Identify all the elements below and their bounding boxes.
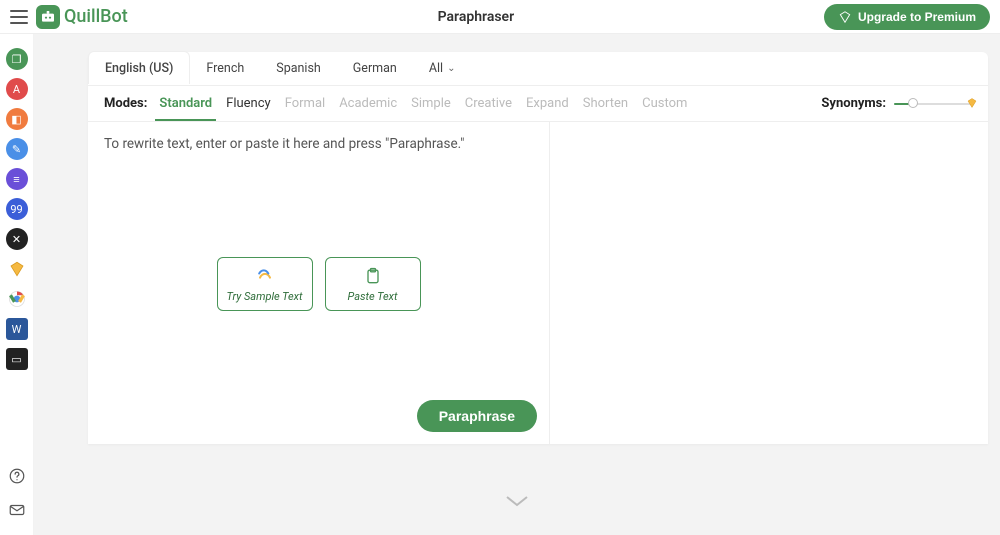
macos-icon[interactable]: ▭ — [6, 348, 28, 370]
chrome-icon[interactable] — [6, 288, 28, 310]
help-icon[interactable] — [8, 467, 26, 489]
mode-expand[interactable]: Expand — [526, 96, 569, 111]
tool-rail: ❐ A ◧ ✎ ≡ 99 ✕ W ▭ — [0, 34, 34, 535]
mode-creative[interactable]: Creative — [465, 96, 512, 111]
brand-logo[interactable]: QuillBot — [36, 5, 128, 29]
output-pane — [550, 122, 988, 444]
synonyms-label: Synonyms: — [821, 96, 886, 111]
try-sample-button[interactable]: Try Sample Text — [217, 257, 313, 311]
synonyms-control: Synonyms: — [821, 96, 972, 111]
mode-standard[interactable]: Standard — [159, 96, 212, 111]
paraphrase-button[interactable]: Paraphrase — [417, 400, 537, 432]
premium-icon[interactable] — [6, 258, 28, 280]
diamond-icon — [838, 10, 852, 24]
chevron-down-icon: ⌄ — [447, 63, 455, 74]
synonyms-slider[interactable] — [894, 101, 972, 107]
brand-name: QuillBot — [64, 6, 128, 27]
modes-row: Modes: Standard Fluency Formal Academic Simp… — [88, 86, 988, 122]
mode-shorten[interactable]: Shorten — [583, 96, 628, 111]
brand-mark-icon — [36, 5, 60, 29]
word-icon[interactable]: W — [6, 318, 28, 340]
expand-chevron[interactable] — [503, 493, 531, 513]
mode-custom[interactable]: Custom — [642, 96, 687, 111]
mode-fluency[interactable]: Fluency — [226, 96, 271, 111]
language-tabs: English (US)FrenchSpanishGermanAll⌄ — [88, 52, 988, 86]
summarizer-icon[interactable]: ≡ — [6, 168, 28, 190]
paste-text-button[interactable]: Paste Text — [325, 257, 421, 311]
lang-tab-spanish[interactable]: Spanish — [260, 52, 337, 85]
plagiarism-icon[interactable]: ◧ — [6, 108, 28, 130]
lang-tab-english-us-[interactable]: English (US) — [88, 51, 190, 84]
mode-academic[interactable]: Academic — [339, 96, 397, 111]
modes-label: Modes: — [104, 96, 147, 111]
wave-icon — [255, 266, 275, 286]
input-pane[interactable]: To rewrite text, enter or paste it here … — [88, 122, 550, 444]
lang-tab-german[interactable]: German — [337, 52, 413, 85]
upgrade-label: Upgrade to Premium — [858, 10, 976, 24]
upgrade-button[interactable]: Upgrade to Premium — [824, 4, 990, 30]
translator-icon[interactable]: ✕ — [6, 228, 28, 250]
grammar-icon[interactable]: A — [6, 78, 28, 100]
mode-formal[interactable]: Formal — [285, 96, 326, 111]
paraphraser-icon[interactable]: ❐ — [6, 48, 28, 70]
paraphraser-card: English (US)FrenchSpanishGermanAll⌄ Mode… — [88, 52, 988, 444]
clipboard-icon — [363, 266, 383, 286]
mode-simple[interactable]: Simple — [411, 96, 451, 111]
diamond-icon — [966, 97, 978, 109]
citation-icon[interactable]: 99 — [6, 198, 28, 220]
lang-tab-all[interactable]: All⌄ — [413, 52, 472, 85]
input-placeholder: To rewrite text, enter or paste it here … — [88, 122, 549, 166]
mail-icon[interactable] — [8, 501, 26, 523]
cowriter-icon[interactable]: ✎ — [6, 138, 28, 160]
page-title: Paraphraser — [128, 9, 824, 25]
main-area: English (US)FrenchSpanishGermanAll⌄ Mode… — [34, 34, 1000, 535]
lang-tab-french[interactable]: French — [190, 52, 260, 85]
menu-toggle[interactable] — [10, 10, 28, 24]
